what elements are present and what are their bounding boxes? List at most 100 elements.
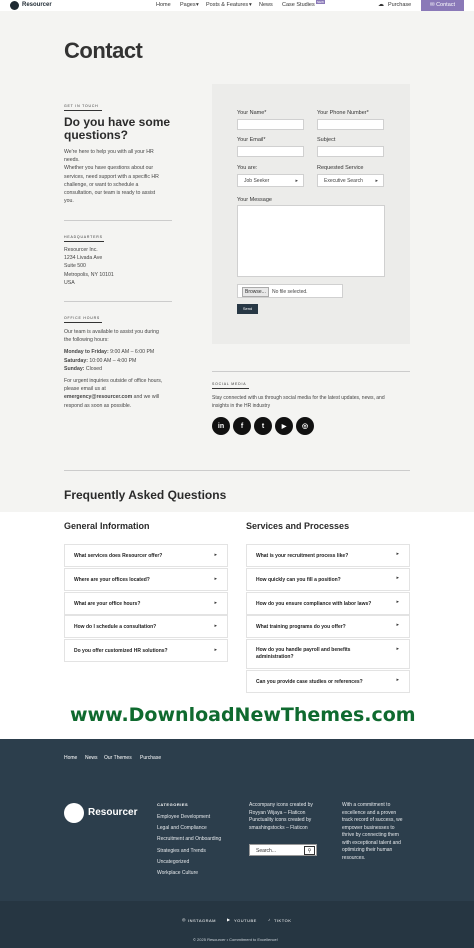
credit-line: Royyan Wijaya – Flaticon: [249, 809, 306, 816]
faq-question: Can you provide case studies or referenc…: [256, 679, 363, 685]
footer-links: Home News Our Themes Purchase: [0, 739, 474, 781]
file-upload[interactable]: Browse... No file selected.: [237, 284, 343, 298]
chevron-right-icon: ▸: [396, 599, 399, 605]
footer-logo-text[interactable]: Resourcer: [88, 807, 137, 818]
category-link[interactable]: Uncategorized: [157, 859, 189, 865]
intro-line: We're here to help you with all your HR: [64, 149, 154, 155]
nav-home[interactable]: Home: [156, 2, 171, 8]
eyebrow-social-media: SOCIAL MEDIA: [212, 382, 247, 386]
category-link[interactable]: Recruitment and Onboarding: [157, 836, 221, 842]
categories-title: CATEGORIES: [157, 802, 189, 807]
cart-icon: ☁: [378, 2, 384, 8]
message-label: Your Message: [237, 197, 272, 203]
chevron-down-icon: ▾: [249, 2, 252, 8]
faq-services-title: Services and Processes: [246, 521, 350, 531]
you-are-select[interactable]: Job Seeker ▸: [237, 174, 304, 187]
about-line: excellence and a proven: [342, 809, 397, 816]
faq-item[interactable]: How do you ensure compliance with labor …: [246, 592, 410, 615]
intro-line: services, need support with a specific H…: [64, 173, 159, 180]
faq-item[interactable]: How do I schedule a consultation? ▸: [64, 615, 228, 638]
phone-label: Your Phone Number*: [317, 110, 369, 116]
footer-social-youtube[interactable]: YOUTUBE: [234, 918, 257, 923]
footer-link-purchase[interactable]: Purchase: [140, 755, 161, 761]
category-link[interactable]: Strategies and Trends: [157, 848, 206, 854]
footer-social-instagram[interactable]: INSTAGRAM: [188, 918, 216, 923]
hq-address: Resourcer Inc. 1234 Livada Ave Suite 500…: [64, 246, 114, 287]
footer-search: Search... ⚲: [249, 844, 317, 856]
youtube-icon: ▶: [227, 917, 231, 922]
faq-question: What is your recruitment process like?: [256, 553, 349, 559]
nav-posts-features[interactable]: Posts & Features: [206, 2, 248, 8]
category-link[interactable]: Employee Development: [157, 814, 210, 820]
faq-item[interactable]: What services does Resourcer offer? ▸: [64, 544, 228, 567]
faq-question: How do you ensure compliance with labor …: [256, 601, 372, 607]
faq-question: How quickly can you fill a position?: [256, 577, 341, 583]
intro-line: needs.: [64, 157, 80, 164]
category-link[interactable]: Workplace Culture: [157, 870, 198, 876]
you-are-value: Job Seeker: [244, 178, 270, 184]
nav-news[interactable]: News: [259, 2, 273, 8]
phone-input[interactable]: [317, 119, 384, 130]
emergency-email-link[interactable]: emergency@resourcer.com: [64, 394, 132, 400]
search-input[interactable]: Search...: [256, 848, 276, 854]
hq-line: USA: [64, 279, 75, 286]
faq-general-title: General Information: [64, 521, 150, 531]
nav-pages[interactable]: Pages: [180, 2, 196, 8]
faq-item[interactable]: Do you offer customized HR solutions? ▸: [64, 639, 228, 662]
intro-text: We're here to help you with all your HR …: [64, 148, 204, 205]
page-title: Contact: [64, 38, 143, 63]
divider: [212, 371, 410, 372]
faq-item[interactable]: How do you handle payroll and benefits a…: [246, 639, 410, 669]
intro-line: challenge, or want to schedule a: [64, 181, 139, 188]
faq-question: What services does Resourcer offer?: [74, 553, 163, 559]
faq-question: How do you handle payroll and benefits a…: [256, 647, 351, 660]
footer-social-tiktok[interactable]: TIKTOK: [274, 918, 291, 923]
email-input[interactable]: [237, 146, 304, 157]
chevron-right-icon: ▸: [396, 575, 399, 581]
faq-item[interactable]: What is your recruitment process like? ▸: [246, 544, 410, 567]
about-line: track record of success, we: [342, 817, 403, 823]
logo-text[interactable]: Resourcer: [22, 2, 52, 8]
browse-button[interactable]: Browse...: [242, 287, 269, 297]
chevron-right-icon: ▸: [214, 600, 217, 606]
purchase-link[interactable]: Purchase: [388, 2, 411, 8]
service-label: Requested Service: [317, 165, 364, 171]
service-select[interactable]: Executive Search ▸: [317, 174, 384, 187]
chevron-right-icon: ▸: [396, 622, 399, 628]
search-icon[interactable]: ⚲: [304, 846, 315, 855]
footer-link-home[interactable]: Home: [64, 755, 77, 761]
facebook-icon[interactable]: f: [233, 417, 251, 435]
footer-link-news[interactable]: News: [85, 755, 98, 761]
message-textarea[interactable]: [237, 205, 385, 277]
footer-main: Resourcer CATEGORIES Employee Developmen…: [0, 781, 474, 901]
social-line: Stay connected with us through social me…: [212, 395, 385, 401]
hq-line: Suite 500: [64, 263, 86, 270]
email-label: Your Email*: [237, 137, 266, 143]
faq-item[interactable]: What training programs do you offer? ▸: [246, 615, 410, 638]
nav-case-studies[interactable]: Case Studies: [282, 2, 315, 8]
logo-icon[interactable]: [10, 1, 19, 10]
subject-input[interactable]: [317, 146, 384, 157]
linkedin-icon[interactable]: in: [212, 417, 230, 435]
youtube-icon[interactable]: ▶: [275, 417, 293, 435]
eyebrow-office-hours: OFFICE HOURS: [64, 316, 101, 320]
faq-item[interactable]: How quickly can you fill a position? ▸: [246, 568, 410, 591]
about-line: with exceptional talent and: [342, 839, 401, 846]
faq-item[interactable]: Can you provide case studies or referenc…: [246, 670, 410, 693]
twitter-icon[interactable]: t: [254, 417, 272, 435]
urgent-text: respond as soon as possible.: [64, 402, 132, 409]
send-button[interactable]: Send: [237, 304, 258, 314]
name-input[interactable]: [237, 119, 304, 130]
faq-item[interactable]: Where are your offices located? ▸: [64, 568, 228, 591]
eyebrow-get-in-touch: GET IN TOUCH: [64, 104, 99, 108]
footer-logo-icon[interactable]: [64, 803, 84, 823]
faq-item[interactable]: What are your office hours? ▸: [64, 592, 228, 615]
about-line: resources.: [342, 854, 366, 861]
instagram-icon[interactable]: ◎: [296, 417, 314, 435]
contact-button[interactable]: ✉ Contact: [421, 0, 464, 11]
chevron-right-icon: ▸: [214, 552, 217, 558]
faq-title: Frequently Asked Questions: [64, 488, 227, 502]
footer-link-themes[interactable]: Our Themes: [104, 755, 132, 761]
category-link[interactable]: Legal and Compliance: [157, 825, 207, 831]
about-line: empower businesses to: [342, 824, 395, 831]
